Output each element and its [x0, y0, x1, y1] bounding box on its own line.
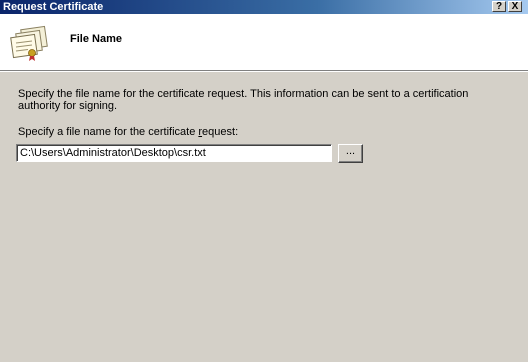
- description-text: Specify the file name for the certificat…: [18, 88, 469, 112]
- file-name-label-suffix: equest:: [202, 126, 239, 138]
- close-button[interactable]: X: [508, 1, 522, 12]
- page-title: File Name: [70, 33, 122, 45]
- help-button[interactable]: ?: [492, 1, 506, 12]
- title-bar[interactable]: Request Certificate ? X: [0, 0, 528, 14]
- browse-button[interactable]: ...: [338, 144, 363, 163]
- header-divider: [0, 71, 528, 72]
- request-certificate-dialog: Request Certificate ? X File Name Specif…: [0, 0, 528, 362]
- certificate-stack-icon: [10, 25, 48, 61]
- window-title: Request Certificate: [3, 1, 104, 13]
- file-name-label: Specify a file name for the certificate …: [18, 126, 238, 138]
- file-name-input[interactable]: C:\Users\Administrator\Desktop\csr.txt: [16, 144, 332, 162]
- file-name-label-prefix: Specify a file name for the certificate: [18, 126, 199, 138]
